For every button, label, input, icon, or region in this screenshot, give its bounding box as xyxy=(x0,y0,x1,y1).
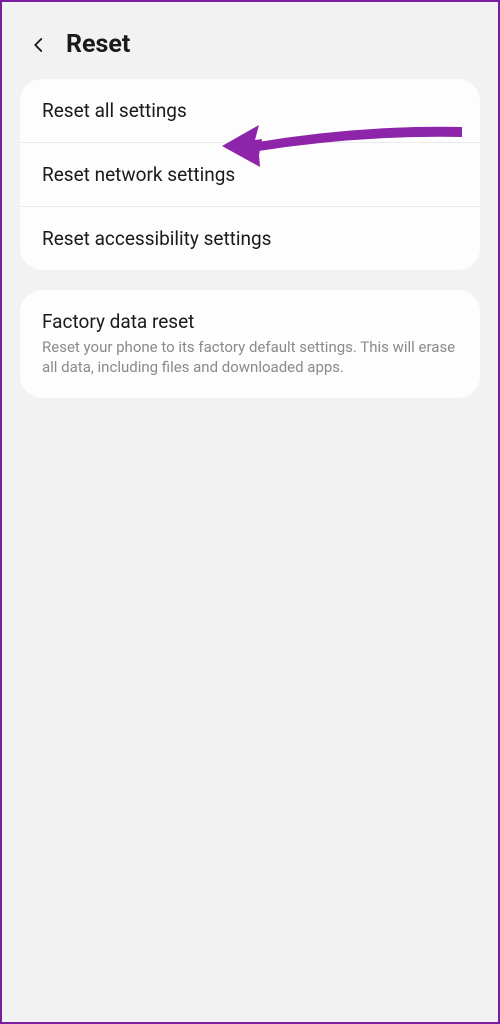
settings-screen: Reset Reset all settings Reset network s… xyxy=(10,10,490,1014)
list-item-label: Reset all settings xyxy=(42,99,458,122)
list-item-description: Reset your phone to its factory default … xyxy=(42,337,458,378)
factory-reset-card: Factory data reset Reset your phone to i… xyxy=(20,290,480,398)
reset-accessibility-settings-item[interactable]: Reset accessibility settings xyxy=(20,207,480,270)
list-item-label: Factory data reset xyxy=(42,310,458,333)
reset-all-settings-item[interactable]: Reset all settings xyxy=(20,79,480,143)
list-item-label: Reset accessibility settings xyxy=(42,227,458,250)
reset-options-card: Reset all settings Reset network setting… xyxy=(20,79,480,270)
reset-network-settings-item[interactable]: Reset network settings xyxy=(20,143,480,207)
page-title: Reset xyxy=(66,30,130,59)
header: Reset xyxy=(10,18,490,79)
back-icon[interactable] xyxy=(30,36,48,54)
list-item-label: Reset network settings xyxy=(42,163,458,186)
factory-data-reset-item[interactable]: Factory data reset Reset your phone to i… xyxy=(20,290,480,398)
